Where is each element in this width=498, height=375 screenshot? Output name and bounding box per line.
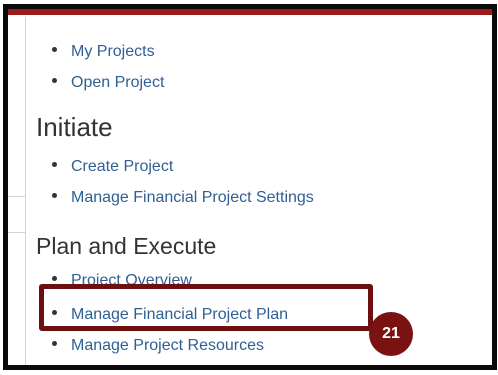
bullet-icon	[52, 276, 57, 282]
left-panel-divider	[25, 17, 26, 365]
bullet-icon	[52, 341, 57, 347]
header-accent-bar	[8, 9, 492, 15]
menu-link[interactable]: Manage Financial Project Settings	[71, 189, 314, 206]
menu-item-create-project[interactable]: Create Project	[52, 158, 173, 176]
bullet-icon	[52, 162, 57, 168]
menu-link[interactable]: My Projects	[71, 43, 155, 60]
menu-link[interactable]: Manage Project Resources	[71, 337, 264, 354]
bullet-icon	[52, 193, 57, 199]
section-heading-initiate: Initiate	[36, 112, 113, 142]
menu-item-my-projects[interactable]: My Projects	[52, 43, 155, 61]
menu-link[interactable]: Open Project	[71, 74, 164, 91]
menu-link[interactable]: Create Project	[71, 158, 173, 175]
section-heading-plan-and-execute: Plan and Execute	[36, 233, 217, 259]
screenshot-frame: My Projects Open Project Initiate Create…	[3, 4, 497, 370]
bullet-icon	[52, 47, 57, 53]
menu-item-open-project[interactable]: Open Project	[52, 74, 164, 92]
callout-highlight-box	[39, 284, 373, 331]
bullet-icon	[52, 78, 57, 84]
step-number-badge: 21	[369, 312, 413, 356]
menu-item-manage-project-resources[interactable]: Manage Project Resources	[52, 337, 264, 355]
menu-item-manage-financial-project-settings[interactable]: Manage Financial Project Settings	[52, 189, 314, 207]
left-panel-edge	[8, 232, 25, 233]
left-panel-edge	[8, 196, 25, 197]
